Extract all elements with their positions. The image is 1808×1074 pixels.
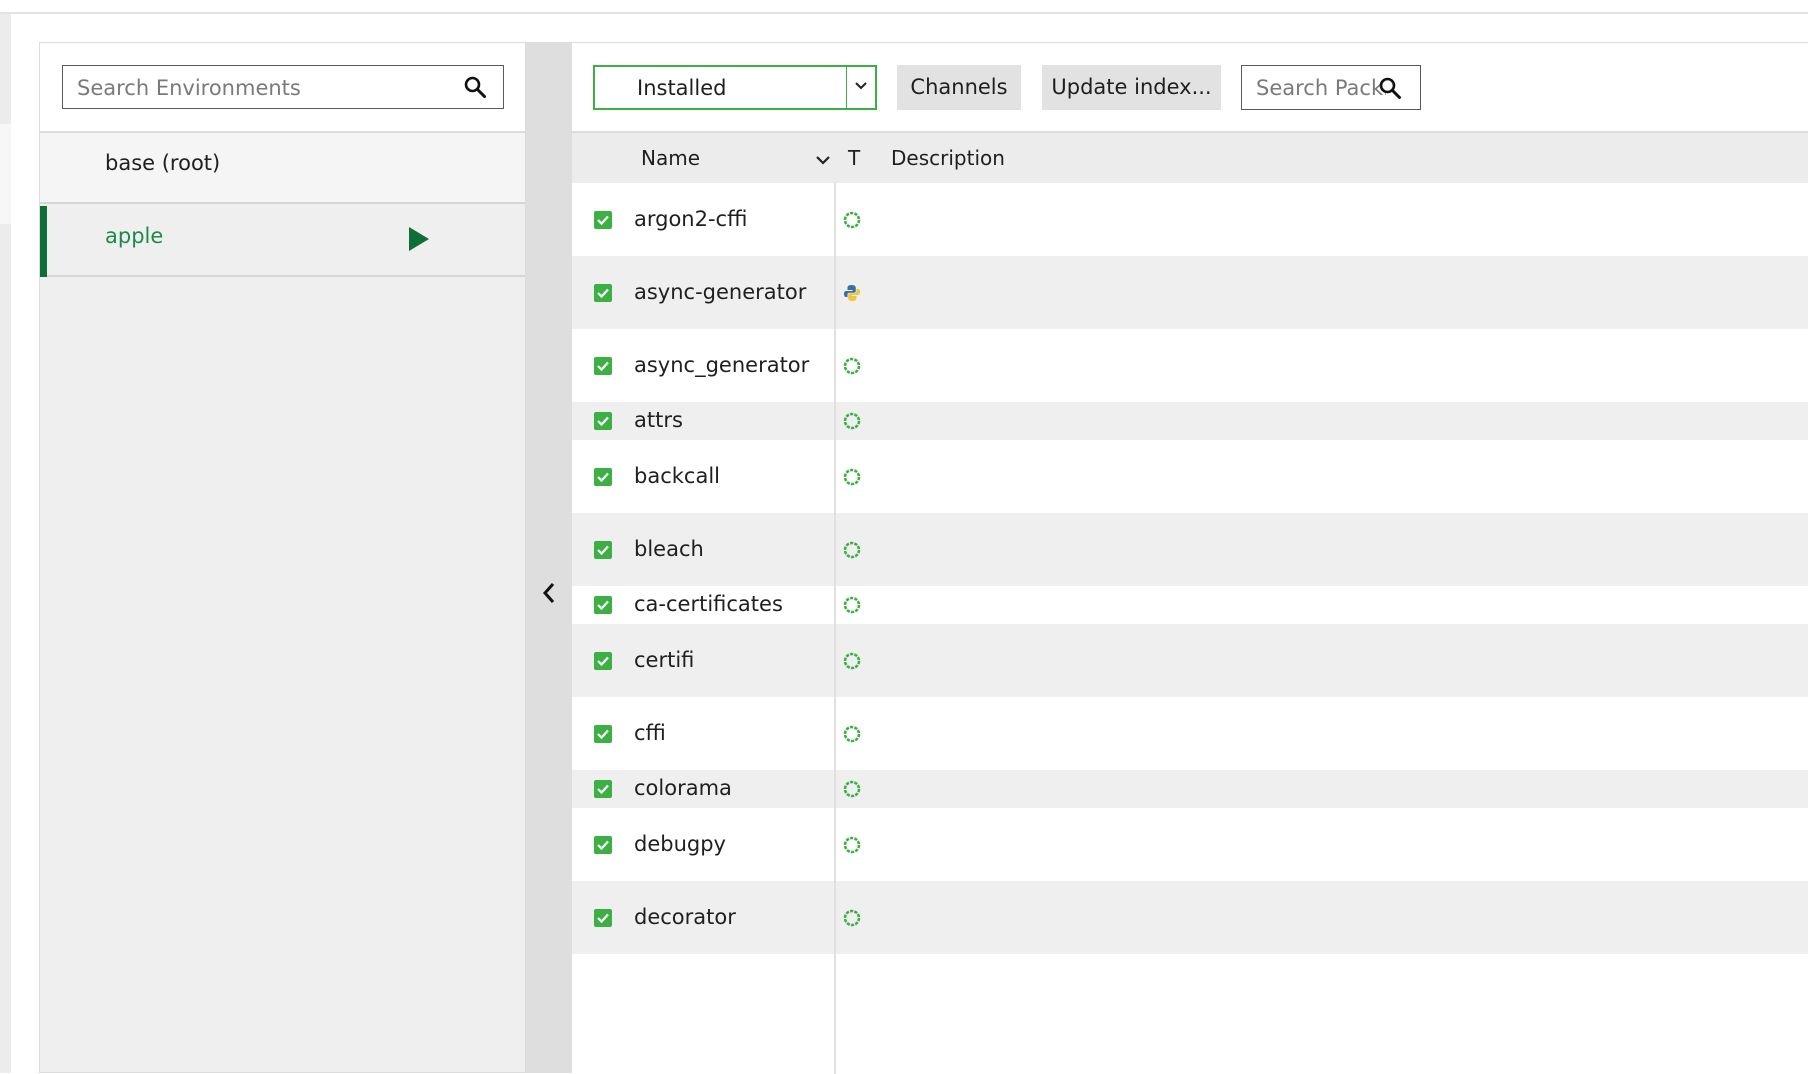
package-name: backcall [634,463,720,488]
conda-icon [842,835,862,859]
package-name: decorator [634,904,736,929]
environment-label: apple [105,224,164,248]
table-row[interactable]: cffi [572,697,1808,770]
table-row[interactable]: bleach [572,513,1808,586]
table-row[interactable]: decorator [572,881,1808,954]
table-row[interactable]: async_generator [572,329,1808,402]
table-row[interactable]: async-generator [572,256,1808,329]
conda-icon [842,356,862,380]
table-row[interactable]: debugpy [572,808,1808,881]
panel-divider [526,42,572,1073]
table-row[interactable]: certifi [572,624,1808,697]
environments-panel: base (root) apple [39,42,526,1073]
update-index-button[interactable]: Update index... [1042,65,1221,110]
selection-indicator [40,206,47,277]
package-name: attrs [634,408,683,432]
package-name: colorama [634,776,732,800]
conda-icon [842,595,862,619]
search-icon[interactable] [463,75,487,103]
environment-search-input[interactable] [75,66,449,109]
conda-icon [842,540,862,564]
package-search-input[interactable] [1254,66,1388,110]
environment-label: base (root) [105,151,221,175]
installed-checkbox[interactable] [594,412,612,434]
package-name: ca-certificates [634,592,783,616]
channels-button[interactable]: Channels [897,65,1021,110]
column-header-name[interactable]: Name [641,146,700,170]
conda-icon [842,724,862,748]
window-top-border [0,12,1808,14]
packages-toolbar: Installed Channels Update index... [572,43,1808,133]
package-filter-dropdown[interactable]: Installed [593,65,877,110]
conda-icon [842,411,862,435]
environment-item-base[interactable]: base (root) [40,133,525,204]
sort-chevron-icon[interactable] [815,151,831,170]
column-header-description[interactable]: Description [891,146,1005,170]
conda-icon [842,210,862,234]
table-row[interactable]: colorama [572,770,1808,808]
table-row[interactable]: ca-certificates [572,586,1808,624]
installed-checkbox[interactable] [594,283,612,306]
left-strip-highlight [0,124,11,224]
python-icon [842,283,862,307]
table-row[interactable]: argon2-cffi [572,183,1808,256]
chevron-down-icon [855,82,867,90]
conda-icon [842,467,862,491]
conda-icon [842,908,862,932]
conda-icon [842,779,862,803]
installed-checkbox[interactable] [594,651,612,674]
installed-checkbox[interactable] [594,780,612,802]
environment-item-apple[interactable]: apple [40,206,525,277]
left-navigation-strip [0,14,11,1073]
package-name: bleach [634,536,704,561]
environment-search-box[interactable] [62,65,504,109]
filter-selected-value: Installed [637,76,727,100]
installed-checkbox[interactable] [594,210,612,233]
column-header-type[interactable]: T [848,146,860,170]
package-search-box[interactable] [1241,65,1421,110]
package-name: async-generator [634,279,807,304]
packages-panel: Installed Channels Update index... Name [572,42,1808,1074]
table-row[interactable]: attrs [572,402,1808,440]
package-name: async_generator [634,352,810,377]
environment-search-area [40,43,525,133]
search-icon[interactable] [1378,76,1402,104]
installed-checkbox[interactable] [594,356,612,379]
package-name: argon2-cffi [634,206,748,231]
dropdown-arrow[interactable] [846,67,875,108]
packages-table-body: argon2-cffi async-generator async_generato… [572,183,1808,1074]
column-divider [834,183,836,1074]
table-row[interactable]: backcall [572,440,1808,513]
installed-checkbox[interactable] [594,467,612,490]
installed-checkbox[interactable] [594,540,612,563]
conda-icon [842,651,862,675]
packages-table-header: Name T Description [572,133,1808,183]
package-name: debugpy [634,831,726,856]
play-icon[interactable] [408,226,430,256]
installed-checkbox[interactable] [594,596,612,618]
chevron-left-icon[interactable] [538,580,560,610]
package-name: certifi [634,647,695,672]
installed-checkbox[interactable] [594,835,612,858]
installed-checkbox[interactable] [594,908,612,931]
package-name: cffi [634,720,666,745]
installed-checkbox[interactable] [594,724,612,747]
